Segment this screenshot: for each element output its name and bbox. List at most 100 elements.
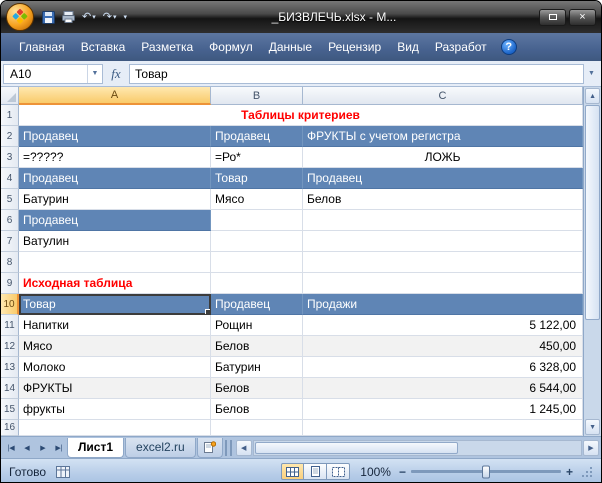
cell-c4[interactable]: Продавец — [303, 168, 583, 189]
cell-a7[interactable]: Ватулин — [19, 231, 211, 252]
row-header-10[interactable]: 10 — [1, 294, 19, 315]
cell-b7[interactable] — [211, 231, 303, 252]
cell-c14[interactable]: 6 544,00 — [303, 378, 583, 399]
column-header-c[interactable]: C — [303, 87, 583, 105]
scroll-left-button[interactable]: ◀ — [236, 440, 252, 456]
save-button[interactable] — [40, 10, 57, 25]
row-header-15[interactable]: 15 — [1, 399, 19, 420]
cell-b14[interactable]: Белов — [211, 378, 303, 399]
redo-button[interactable]: ↷ ▾ — [101, 11, 119, 24]
cell-b15[interactable]: Белов — [211, 399, 303, 420]
restore-button[interactable] — [539, 9, 566, 26]
insert-function-button[interactable]: fx — [103, 64, 129, 84]
cell-c15[interactable]: 1 245,00 — [303, 399, 583, 420]
scroll-right-button[interactable]: ▶ — [583, 440, 599, 456]
row-header-13[interactable]: 13 — [1, 357, 19, 378]
row-header-5[interactable]: 5 — [1, 189, 19, 210]
cell-c11[interactable]: 5 122,00 — [303, 315, 583, 336]
name-box-value[interactable]: A10 — [4, 67, 87, 81]
select-all-corner[interactable] — [1, 87, 19, 105]
cell-b12[interactable]: Белов — [211, 336, 303, 357]
tab-scroll-splitter[interactable] — [225, 440, 232, 456]
row-header-9[interactable]: 9 — [1, 273, 19, 294]
zoom-in-button[interactable]: + — [566, 466, 573, 478]
resize-grip[interactable] — [581, 466, 593, 478]
cell-b9[interactable] — [211, 273, 303, 294]
name-box[interactable]: A10 ▼ — [3, 64, 103, 84]
scroll-up-button[interactable]: ▲ — [585, 88, 600, 104]
zoom-level-button[interactable]: 100% — [360, 465, 391, 479]
cell-c9[interactable] — [303, 273, 583, 294]
formula-bar-expand-button[interactable]: ▼ — [584, 64, 599, 84]
cell-a16[interactable] — [19, 420, 211, 436]
cell-c12[interactable]: 450,00 — [303, 336, 583, 357]
horizontal-scroll-track[interactable] — [253, 440, 582, 456]
row-header-2[interactable]: 2 — [1, 126, 19, 147]
cell-c2[interactable]: ФРУКТЫ с учетом регистра — [303, 126, 583, 147]
cell-c13[interactable]: 6 328,00 — [303, 357, 583, 378]
cell-c7[interactable] — [303, 231, 583, 252]
row-header-7[interactable]: 7 — [1, 231, 19, 252]
cell-b5[interactable]: Мясо — [211, 189, 303, 210]
cell-a1[interactable]: Таблицы критериев — [19, 105, 583, 126]
cell-c5[interactable]: Белов — [303, 189, 583, 210]
office-button[interactable] — [6, 3, 34, 31]
undo-button[interactable]: ↶ ▾ — [80, 11, 98, 24]
row-header-11[interactable]: 11 — [1, 315, 19, 336]
tab-glavnaya[interactable]: Главная — [11, 33, 73, 61]
row-header-6[interactable]: 6 — [1, 210, 19, 231]
cell-c3[interactable]: ЛОЖЬ — [303, 147, 583, 168]
cell-b6[interactable] — [211, 210, 303, 231]
cell-a14[interactable]: ФРУКТЫ — [19, 378, 211, 399]
column-header-a[interactable]: A — [19, 87, 211, 105]
zoom-slider-handle[interactable] — [482, 465, 490, 478]
row-header-8[interactable]: 8 — [1, 252, 19, 273]
insert-worksheet-button[interactable] — [197, 438, 223, 458]
tab-dannye[interactable]: Данные — [261, 33, 320, 61]
cell-a13[interactable]: Молоко — [19, 357, 211, 378]
cell-b16[interactable] — [211, 420, 303, 436]
next-sheet-button[interactable]: ▶ — [35, 440, 51, 456]
undo-dropdown-icon[interactable]: ▾ — [92, 14, 96, 21]
record-macro-button[interactable] — [56, 466, 70, 478]
cell-a5[interactable]: Батурин — [19, 189, 211, 210]
horizontal-scrollbar[interactable]: ◀ ▶ — [236, 439, 599, 457]
horizontal-scroll-thumb[interactable] — [255, 442, 458, 454]
tab-razrabotchik[interactable]: Разработ — [427, 33, 495, 61]
close-button[interactable]: × — [569, 9, 596, 26]
cell-a15[interactable]: фрукты — [19, 399, 211, 420]
cell-a2[interactable]: Продавец — [19, 126, 211, 147]
zoom-out-button[interactable]: − — [399, 466, 406, 478]
row-header-3[interactable]: 3 — [1, 147, 19, 168]
row-header-12[interactable]: 12 — [1, 336, 19, 357]
cell-a8[interactable] — [19, 252, 211, 273]
print-button[interactable] — [60, 10, 77, 24]
first-sheet-button[interactable]: |◀ — [3, 440, 19, 456]
cell-c16[interactable] — [303, 420, 583, 436]
sheet-tab-list1[interactable]: Лист1 — [67, 438, 124, 458]
cell-a11[interactable]: Напитки — [19, 315, 211, 336]
scroll-down-button[interactable]: ▼ — [585, 419, 600, 435]
cell-c8[interactable] — [303, 252, 583, 273]
cell-c10[interactable]: Продажи — [303, 294, 583, 315]
page-layout-view-button[interactable] — [304, 463, 327, 480]
tab-razmetka[interactable]: Разметка — [133, 33, 201, 61]
cell-a3[interactable]: =????? — [19, 147, 211, 168]
row-header-4[interactable]: 4 — [1, 168, 19, 189]
tab-vstavka[interactable]: Вставка — [73, 33, 134, 61]
help-button[interactable]: ? — [501, 39, 517, 55]
zoom-slider-track[interactable] — [411, 470, 561, 473]
vertical-scroll-thumb[interactable] — [585, 105, 600, 320]
cell-b11[interactable]: Рощин — [211, 315, 303, 336]
vertical-scrollbar[interactable]: ▲ ▼ — [583, 87, 601, 436]
cell-b8[interactable] — [211, 252, 303, 273]
customize-qat-button[interactable]: ▾ — [121, 13, 129, 22]
page-break-view-button[interactable] — [327, 463, 350, 480]
column-header-b[interactable]: B — [211, 87, 303, 105]
cell-a9[interactable]: Исходная таблица — [19, 273, 211, 294]
cell-a4[interactable]: Продавец — [19, 168, 211, 189]
cell-c6[interactable] — [303, 210, 583, 231]
cell-b13[interactable]: Батурин — [211, 357, 303, 378]
name-box-dropdown-icon[interactable]: ▼ — [87, 65, 102, 83]
tab-vid[interactable]: Вид — [389, 33, 427, 61]
